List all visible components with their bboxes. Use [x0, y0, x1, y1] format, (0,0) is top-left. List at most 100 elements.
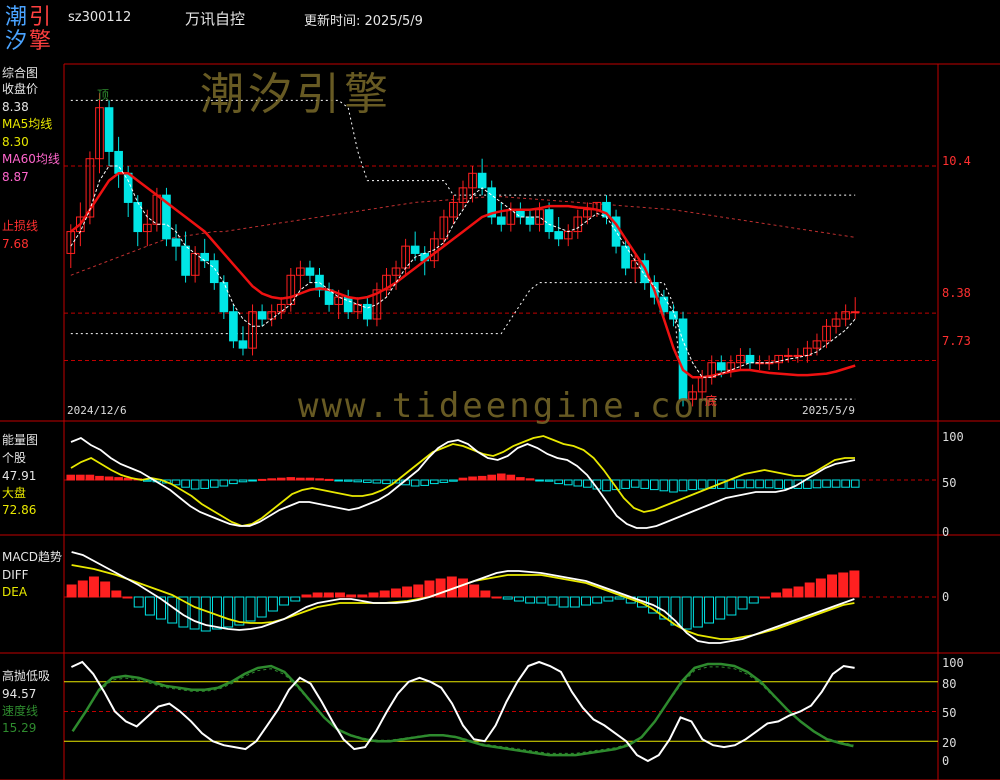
macd-title: MACD趋势	[2, 550, 62, 564]
macd-bar	[267, 596, 278, 612]
hilo-tick-100: 100	[942, 656, 964, 670]
energy-bar	[324, 478, 334, 481]
macd-bar	[335, 592, 345, 598]
energy-bar	[841, 479, 850, 488]
macd-bar	[357, 594, 368, 598]
energy-bar	[315, 478, 324, 481]
macd-bar	[726, 596, 737, 616]
macd-bar	[804, 582, 815, 598]
stop-label: 止损线	[2, 219, 39, 233]
energy-bar	[736, 479, 745, 489]
macd-bar	[491, 596, 502, 599]
dea-line	[71, 564, 855, 640]
energy-bar	[755, 479, 764, 489]
candle-down	[621, 245, 630, 269]
energy-tick-50: 50	[942, 476, 957, 490]
energy-bar	[563, 479, 573, 486]
stock-energy-label: 个股	[2, 451, 27, 465]
candle-up	[783, 354, 793, 357]
energy-bar	[659, 479, 669, 492]
market-energy-line	[70, 435, 855, 527]
candle-down	[209, 260, 219, 284]
macd-bar	[312, 592, 323, 598]
macd-bar	[279, 596, 290, 606]
macd-tick-0: 0	[942, 590, 950, 604]
energy-bar	[535, 479, 544, 482]
candle-down	[219, 282, 229, 313]
chart-stage: 潮引 汐擎 sz300112 万讯自控 更新时间: 2025/5/9 潮汐引擎 …	[0, 0, 1000, 780]
macd-bar	[100, 581, 111, 598]
energy-bar	[363, 479, 372, 483]
energy-bar	[334, 479, 343, 482]
macd-bar	[346, 594, 357, 598]
energy-bar	[66, 474, 76, 481]
macd-bar	[480, 590, 491, 598]
price-tick-8-38: 8.38	[942, 286, 971, 300]
energy-bar	[372, 479, 382, 484]
candle-down	[104, 107, 114, 152]
energy-bar	[630, 479, 640, 488]
hilo-tick-50: 50	[942, 706, 957, 720]
macd-bar	[133, 596, 144, 608]
energy-bar	[774, 479, 784, 489]
macd-bar	[223, 596, 234, 628]
end-date: 2025/5/9	[802, 404, 855, 417]
energy-bar	[822, 479, 831, 488]
macd-bar	[88, 576, 99, 598]
macd-bar	[402, 586, 413, 598]
speed-label: 速度线	[2, 704, 39, 718]
hilo-title: 高抛低吸	[2, 669, 51, 683]
macd-bar	[603, 596, 614, 602]
dea-label: DEA	[2, 585, 28, 599]
stop-value: 7.68	[2, 237, 29, 251]
hilo-tick-80: 80	[942, 677, 957, 691]
hilo-tick-20: 20	[942, 736, 957, 750]
energy-bar	[410, 479, 420, 487]
energy-bar	[831, 479, 841, 488]
candle-down	[554, 231, 563, 240]
macd-bar	[815, 578, 826, 598]
macd-bar	[771, 592, 782, 598]
macd-bar	[692, 596, 703, 628]
candle-down	[114, 150, 123, 174]
candle-up	[793, 354, 803, 357]
macd-bar	[793, 586, 804, 598]
watermark-brand: 潮汐引擎	[200, 69, 392, 120]
energy-bar	[477, 475, 487, 481]
market-energy-label: 大盘	[2, 486, 27, 500]
energy-bar	[85, 474, 95, 481]
energy-bar	[554, 479, 563, 485]
energy-bar	[697, 479, 707, 490]
top-marker: 顶	[97, 88, 110, 102]
macd-bar	[189, 596, 200, 630]
energy-bar	[516, 477, 525, 481]
candle-down	[200, 252, 210, 262]
macd-bar	[390, 588, 401, 598]
energy-bar	[429, 479, 439, 485]
energy-bar	[181, 479, 190, 488]
macd-bar	[77, 580, 88, 598]
energy-tick-100: 100	[942, 430, 964, 444]
energy-bar	[506, 474, 516, 481]
energy-bar	[343, 479, 353, 482]
energy-bar	[276, 477, 286, 481]
macd-bar	[368, 592, 379, 598]
close-label: 收盘价	[2, 82, 39, 96]
candle-down	[496, 216, 506, 225]
stock-energy-value: 47.91	[2, 469, 37, 483]
macd-bar	[413, 584, 424, 598]
candle-down	[181, 245, 190, 276]
energy-bar	[745, 479, 755, 489]
energy-bar	[688, 479, 697, 491]
ma5-label: MA5均线	[2, 117, 53, 131]
macd-bar	[759, 596, 770, 599]
market-energy-value: 72.86	[2, 503, 37, 517]
energy-bar	[382, 479, 391, 485]
hilo-value: 94.57	[2, 687, 37, 701]
macd-bar	[256, 596, 267, 618]
close-value: 8.38	[2, 100, 29, 114]
energy-bar	[583, 479, 592, 488]
energy-bar	[649, 479, 659, 491]
macd-bar	[715, 596, 726, 620]
energy-bar	[229, 479, 238, 485]
